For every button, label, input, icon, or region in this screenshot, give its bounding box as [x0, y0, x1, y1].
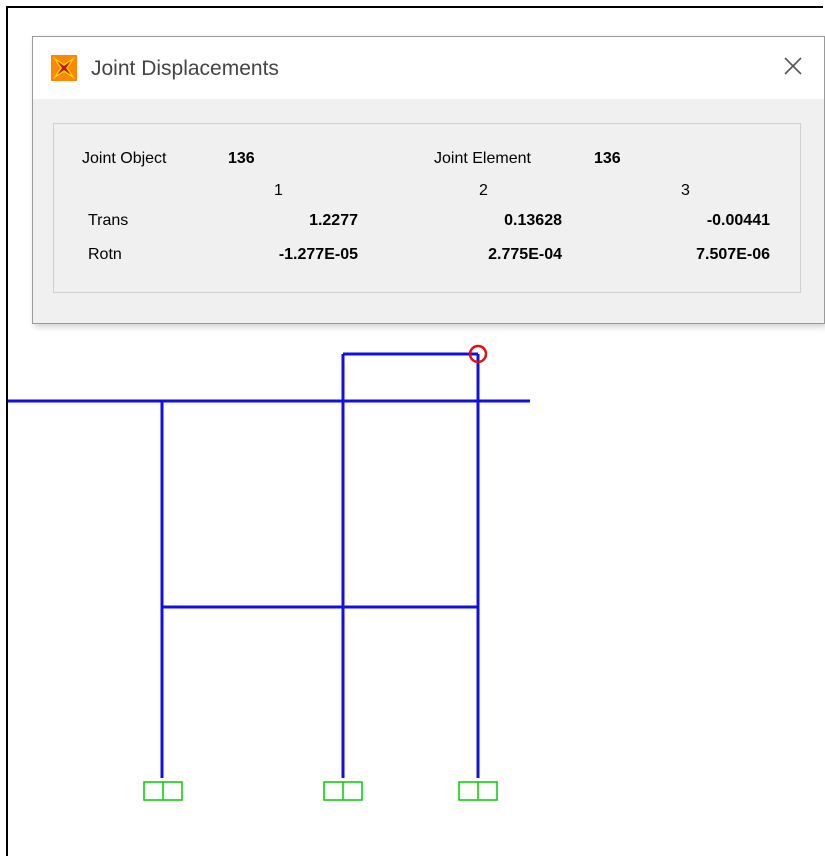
- row-label-trans: Trans: [88, 212, 129, 229]
- trans-value-3: -0.00441: [706, 212, 770, 229]
- displacement-panel: Joint Object 136 Joint Element 136 1 2 3…: [53, 123, 801, 293]
- trans-value-1: 1.2277: [309, 212, 358, 229]
- joint-object-label: Joint Object: [82, 150, 167, 167]
- dialog-titlebar[interactable]: Joint Displacements: [33, 37, 824, 99]
- dialog-title: Joint Displacements: [91, 57, 279, 80]
- rotn-value-2: 2.775E-04: [488, 246, 562, 263]
- joint-displacements-dialog: Joint Displacements Joint Object 136 Joi…: [32, 36, 825, 324]
- rotn-value-1: -1.277E-05: [278, 246, 358, 263]
- joint-object-value: 136: [228, 150, 255, 167]
- app-icon: [51, 55, 77, 81]
- joint-element-value: 136: [594, 150, 621, 167]
- row-label-rotn: Rotn: [88, 246, 122, 263]
- trans-value-2: 0.13628: [504, 212, 562, 229]
- column-header-2: 2: [479, 182, 488, 199]
- column-header-3: 3: [681, 182, 690, 199]
- column-header-1: 1: [274, 182, 283, 199]
- support-left[interactable]: [143, 781, 183, 801]
- joint-element-label: Joint Element: [434, 150, 531, 167]
- close-icon[interactable]: [778, 51, 808, 81]
- support-right[interactable]: [458, 781, 498, 801]
- rotn-value-3: 7.507E-06: [696, 246, 770, 263]
- support-middle[interactable]: [323, 781, 363, 801]
